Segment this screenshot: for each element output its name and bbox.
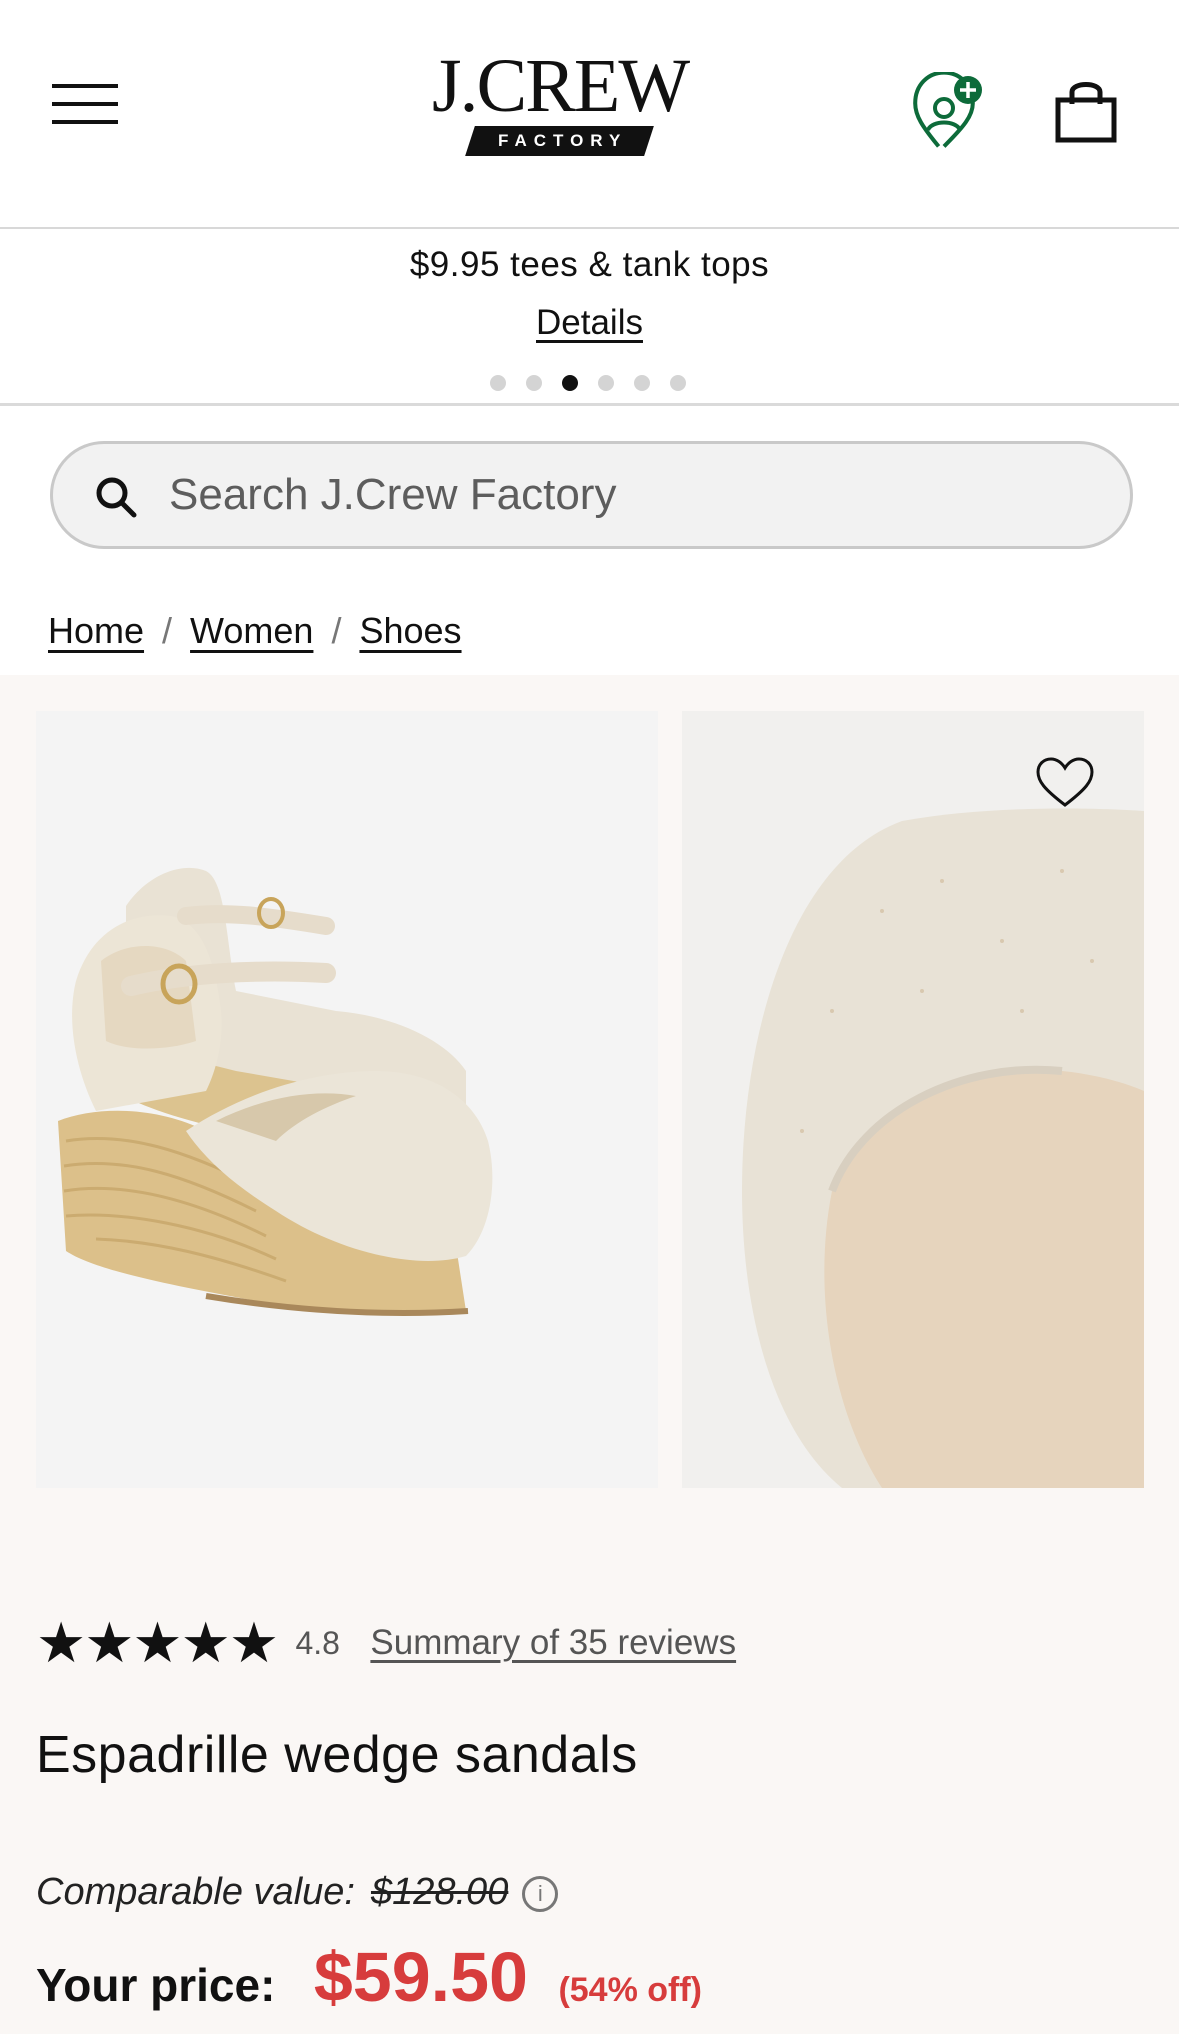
price-label: Your price: (36, 1959, 276, 2011)
breadcrumb-home[interactable]: Home (48, 610, 144, 651)
search-icon (96, 477, 137, 518)
sandal-toe-closeup-image (742, 808, 1144, 1488)
carousel-dot-active[interactable] (562, 374, 578, 391)
product-title: Espadrille wedge sandals (36, 1726, 638, 1784)
search-bar[interactable] (50, 441, 1133, 549)
breadcrumb: Home / Women / Shoes (48, 610, 462, 652)
breadcrumb-women[interactable]: Women (190, 610, 313, 651)
search-input[interactable] (169, 444, 1109, 546)
shopping-bag-icon (1055, 82, 1117, 143)
logo-factory-badge: FACTORY (465, 126, 655, 156)
carousel-dot[interactable] (490, 374, 506, 391)
product-image-detail[interactable] (682, 711, 1144, 1488)
comparable-price: $128.00 (370, 1871, 509, 1913)
rating-value: 4.8 (295, 1624, 340, 1661)
espadrille-sandal-image (58, 867, 493, 1316)
star-rating-icons: ★★★★★ (36, 1611, 279, 1674)
heart-icon (1036, 757, 1094, 807)
rating-row: ★★★★★ 4.8 Summary of 35 reviews (36, 1615, 736, 1675)
menu-icon[interactable] (52, 82, 124, 126)
carousel-dot[interactable] (670, 374, 686, 391)
account-pin-icon (913, 70, 982, 148)
breadcrumb-separator: / (162, 610, 173, 651)
jcrew-factory-logo[interactable]: J.CREW FACTORY (410, 48, 710, 168)
logo-wordmark: J.CREW (431, 44, 690, 128)
promo-details-link[interactable]: Details (0, 303, 1179, 343)
reviews-summary-link[interactable]: Summary of 35 reviews (370, 1623, 736, 1663)
promo-banner: $9.95 tees & tank tops Details (0, 231, 1179, 406)
product-section: ★★★★★ 4.8 Summary of 35 reviews Espadril… (0, 675, 1179, 2034)
comparable-label: Comparable value: (36, 1871, 355, 1913)
breadcrumb-shoes[interactable]: Shoes (359, 610, 461, 651)
menu-line (52, 102, 118, 106)
comparable-value: Comparable value: $128.00 i (36, 1871, 559, 1914)
sale-price: $59.50 (313, 1938, 528, 2016)
info-icon[interactable]: i (522, 1875, 559, 1912)
account-location-button[interactable] (906, 70, 996, 162)
wishlist-heart-icon[interactable] (1034, 755, 1096, 811)
menu-line (52, 120, 118, 124)
breadcrumb-separator: / (331, 610, 342, 651)
carousel-dot[interactable] (634, 374, 650, 391)
price-row: Your price: $59.50 (54% off) (36, 1937, 702, 2017)
carousel-dot[interactable] (598, 374, 614, 391)
carousel-dots (490, 374, 706, 394)
carousel-dot[interactable] (526, 374, 542, 391)
product-image-main[interactable] (36, 711, 658, 1488)
discount-badge: (54% off) (558, 1971, 702, 2009)
site-header: J.CREW FACTORY (0, 0, 1179, 229)
promo-text: $9.95 tees & tank tops (409, 245, 770, 284)
menu-line (52, 84, 118, 88)
shopping-bag-button[interactable] (1052, 76, 1122, 146)
